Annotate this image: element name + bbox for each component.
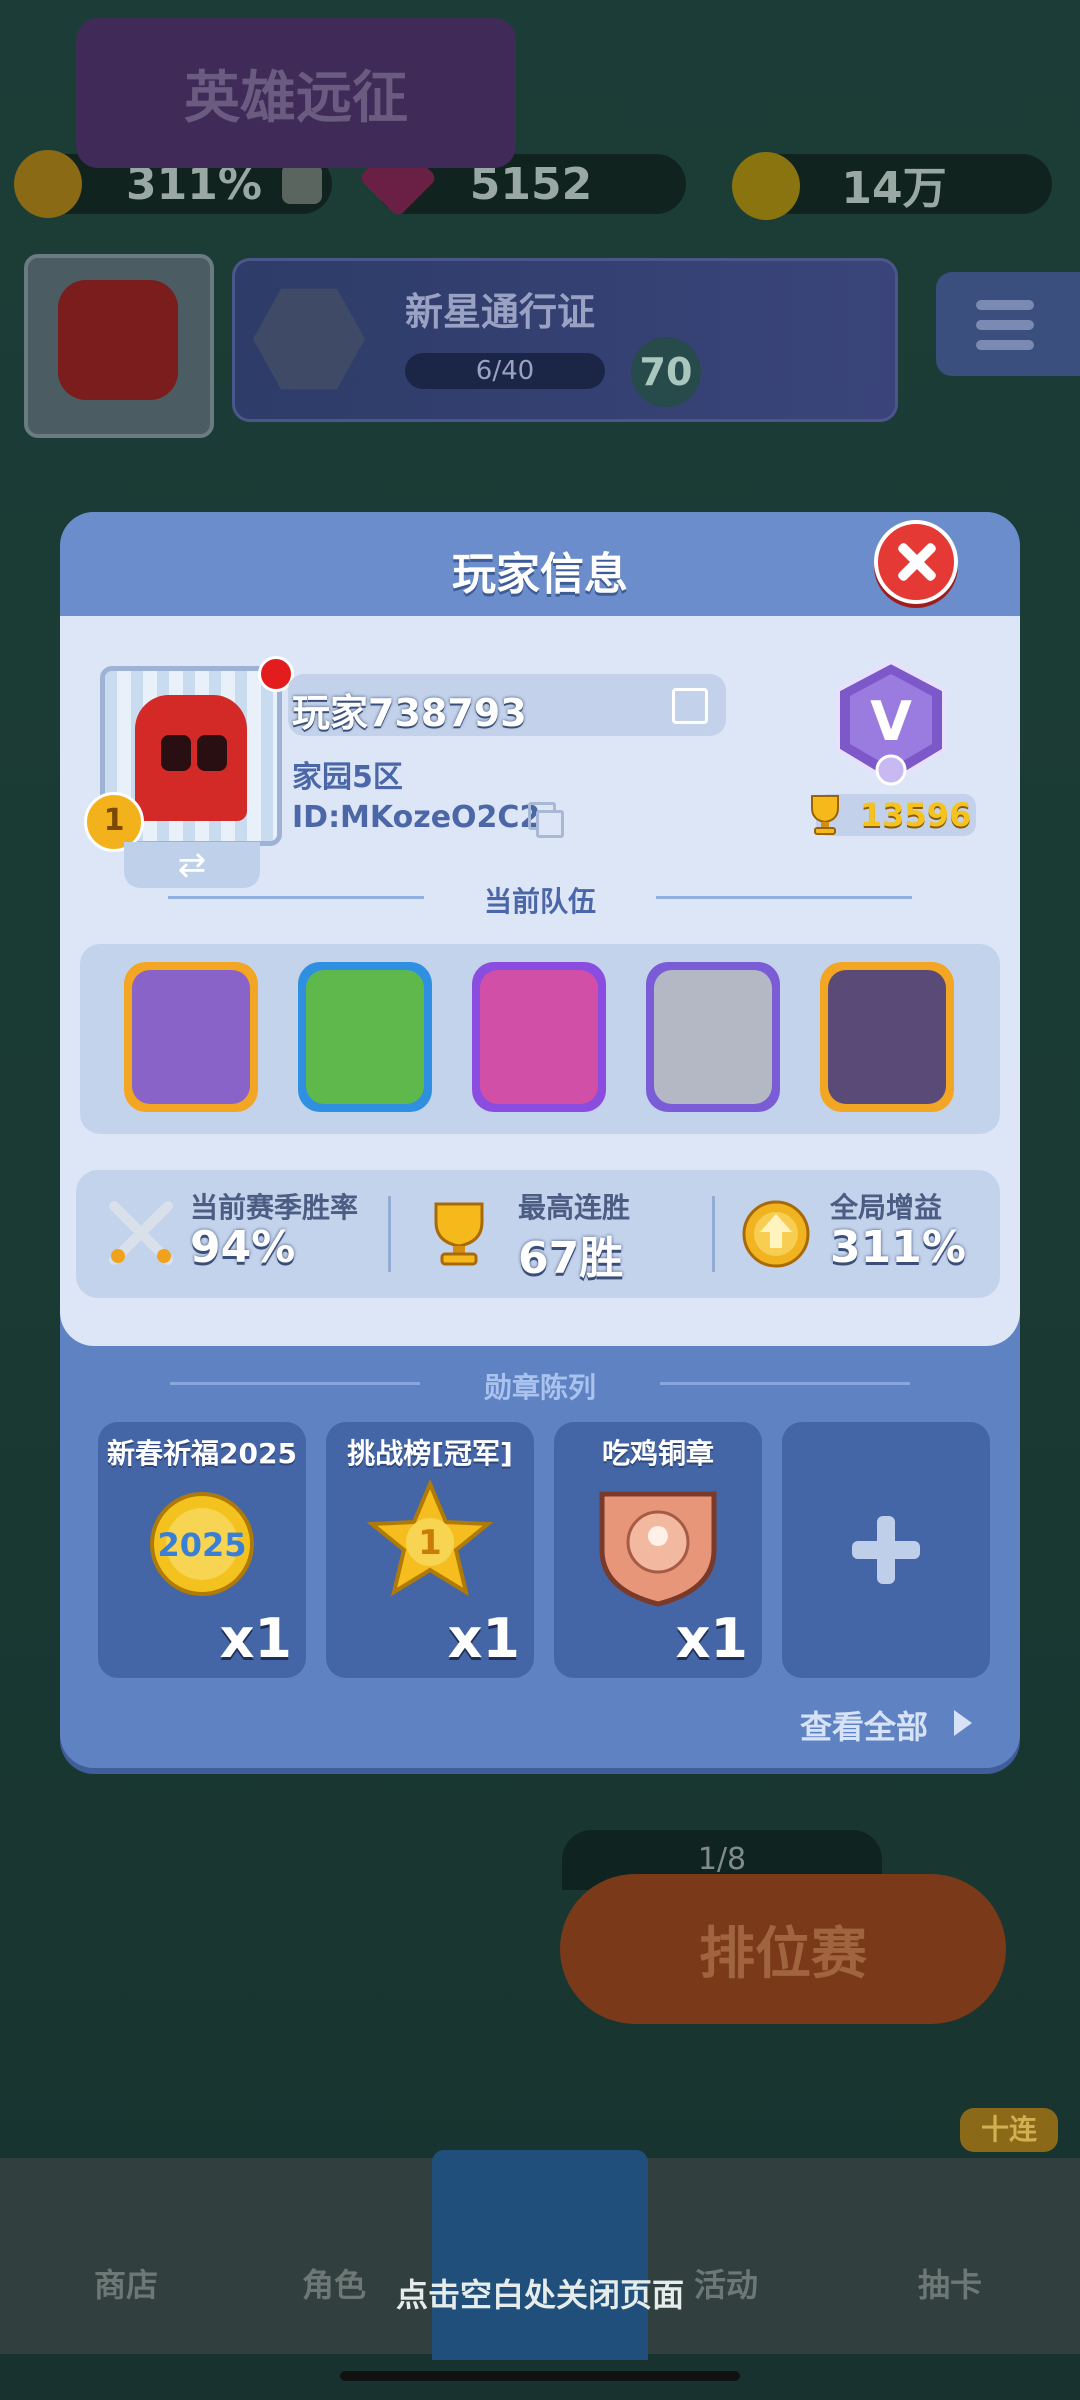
team-list bbox=[80, 944, 1000, 1134]
trophy-count: 13596 bbox=[860, 796, 972, 834]
trophy-icon bbox=[811, 795, 839, 835]
hero-purple-mage[interactable] bbox=[124, 962, 258, 1112]
medal-title: 新春祈福2025 bbox=[107, 1437, 297, 1470]
swap-icon: ⇄ bbox=[177, 845, 207, 885]
svg-text:2025: 2025 bbox=[157, 1526, 246, 1564]
pass-level: 70 bbox=[631, 337, 701, 407]
divider bbox=[712, 1196, 715, 1272]
hero-dark-rogue[interactable] bbox=[820, 962, 954, 1112]
profile-avatar-button[interactable] bbox=[24, 254, 214, 438]
medal-count: x1 bbox=[675, 1607, 748, 1670]
hero-green-warrior[interactable] bbox=[298, 962, 432, 1112]
close-button[interactable] bbox=[874, 520, 958, 604]
champion-star-icon: 1 bbox=[366, 1478, 494, 1597]
hero-expedition-button[interactable]: 英雄远征 bbox=[76, 18, 516, 168]
view-all-link[interactable]: 查看全部 bbox=[800, 1702, 928, 1748]
stat-value-streak: 67胜 bbox=[518, 1233, 624, 1284]
stat-label-streak: 最高连胜 bbox=[518, 1191, 631, 1224]
bronze-chicken-icon bbox=[599, 1491, 717, 1607]
medals-section-label: 勋章陈列 bbox=[483, 1371, 596, 1404]
crossed-swords-icon bbox=[253, 288, 365, 390]
player-info-modal: 玩家信息 1 ⇄ 玩家738793 家园5区 ID:MKozeO2C2e V 1… bbox=[60, 512, 1020, 1768]
hero-knight[interactable] bbox=[646, 962, 780, 1112]
rank-letter: V bbox=[870, 690, 912, 753]
plus-icon bbox=[852, 1516, 920, 1584]
menu-button[interactable] bbox=[936, 272, 1080, 376]
stat-value-winrate: 94% bbox=[190, 1222, 296, 1273]
medal-card-bronze-chicken[interactable]: 吃鸡铜章 x1 bbox=[554, 1422, 762, 1678]
pass-progress: 6/40 bbox=[405, 353, 605, 389]
divider bbox=[388, 1196, 391, 1272]
svg-text:1: 1 bbox=[418, 1523, 442, 1563]
player-name: 玩家738793 bbox=[292, 691, 527, 735]
rank-badge-icon: V bbox=[836, 659, 946, 786]
medal-count: x1 bbox=[447, 1607, 520, 1670]
crossed-swords-icon bbox=[109, 1201, 173, 1265]
copy-id-icon[interactable] bbox=[528, 802, 564, 838]
medal-title: 吃鸡铜章 bbox=[601, 1437, 714, 1470]
trophy-icon bbox=[434, 1202, 484, 1266]
edit-name-icon[interactable] bbox=[672, 688, 708, 724]
ten-pull-badge: 十连 bbox=[960, 2108, 1058, 2152]
medal-card-spring-2025[interactable]: 新春祈福2025 2025 x1 bbox=[98, 1422, 306, 1678]
home-indicator[interactable] bbox=[340, 2371, 740, 2381]
medal-card-champion[interactable]: 挑战榜[冠军] 1 x1 bbox=[326, 1422, 534, 1678]
pass-title: 新星通行证 bbox=[405, 290, 596, 334]
stat-value-boost: 311% bbox=[830, 1222, 966, 1273]
coin-icon bbox=[732, 152, 800, 220]
add-medal-slot[interactable] bbox=[782, 1422, 990, 1678]
boost-icon bbox=[742, 1200, 810, 1268]
hero-pink-brawler[interactable] bbox=[472, 962, 606, 1112]
close-hint[interactable]: 点击空白处关闭页面 bbox=[0, 2270, 1080, 2316]
coins-value: 14万 bbox=[841, 163, 947, 214]
stats-panel: 当前赛季胜率 94% 最高连胜 67胜 全局增益 311% bbox=[76, 1170, 1000, 1298]
medal-count: x1 bbox=[219, 1607, 292, 1670]
team-section-label: 当前队伍 bbox=[483, 885, 596, 918]
chevron-right-icon bbox=[954, 1710, 972, 1736]
star-pass-banner[interactable]: 新星通行证 6/40 70 bbox=[232, 258, 898, 422]
player-id: ID:MKozeO2C2e bbox=[292, 800, 561, 835]
boost-icon bbox=[14, 150, 82, 218]
info-icon[interactable] bbox=[282, 164, 322, 204]
tab-battle-highlight bbox=[432, 2150, 648, 2360]
player-server: 家园5区 bbox=[292, 760, 403, 795]
stat-label-boost: 全局增益 bbox=[830, 1191, 943, 1224]
stat-label-winrate: 当前赛季胜率 bbox=[190, 1191, 359, 1224]
2025-medal-icon: 2025 bbox=[150, 1492, 254, 1596]
ranked-match-button[interactable]: 排位赛 bbox=[560, 1874, 1006, 2024]
player-info-panel: 1 ⇄ 玩家738793 家园5区 ID:MKozeO2C2e V 13596 … bbox=[60, 616, 1020, 1346]
medal-title: 挑战榜[冠军] bbox=[347, 1437, 513, 1470]
